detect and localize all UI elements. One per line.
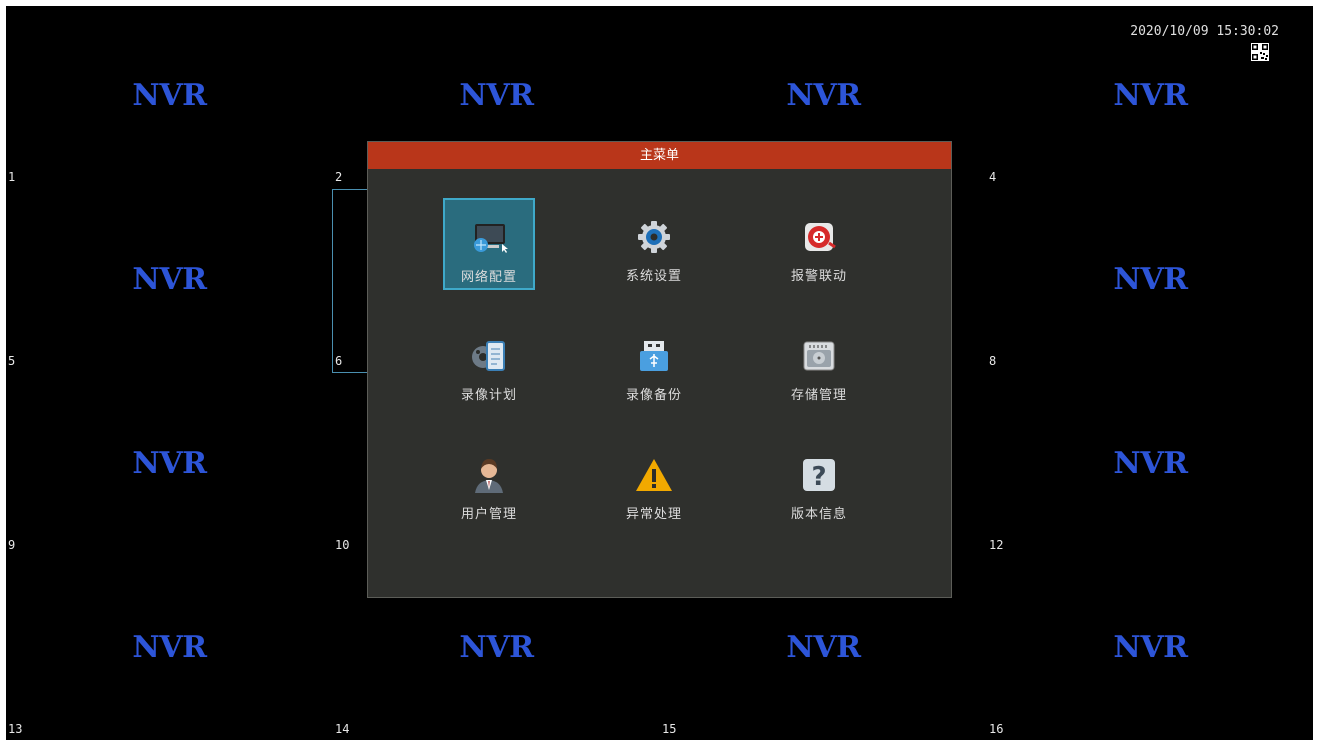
channel-logo: NVR [1113, 262, 1188, 297]
alarm-icon [799, 217, 839, 257]
menu-item-network-monitor[interactable]: 网络配置 [443, 198, 535, 290]
channel-logo: NVR [132, 446, 207, 481]
channel-cell[interactable]: NVR 4 [987, 6, 1313, 190]
menu-item-alarm[interactable]: 报警联动 [773, 198, 865, 290]
channel-logo: NVR [132, 78, 207, 113]
menu-item-film-schedule[interactable]: 录像计划 [443, 317, 535, 409]
channel-logo: NVR [132, 262, 207, 297]
channel-cell[interactable]: NVR 9 [6, 374, 333, 558]
channel-number: 4 [989, 170, 997, 184]
channel-number: 13 [8, 722, 23, 736]
channel-cell[interactable]: NVR 1 [6, 6, 333, 190]
channel-logo: NVR [786, 78, 861, 113]
channel-number: 9 [8, 538, 16, 552]
menu-item-label: 网络配置 [460, 270, 517, 285]
menu-item-usb-backup[interactable]: 录像备份 [608, 317, 700, 409]
menu-item-label: 用户管理 [460, 507, 517, 522]
menu-title: 主菜单 [368, 142, 951, 169]
nvr-screen: 2020/10/09 15:30:02 NVR 1 NVR 2 NVR NVR 4 NVR 5 6… [6, 6, 1313, 740]
menu-item-label: 系统设置 [625, 269, 682, 284]
warning-icon [634, 455, 674, 495]
menu-item-label: 异常处理 [625, 507, 682, 522]
usb-backup-icon [634, 336, 674, 376]
channel-logo: NVR [786, 630, 861, 665]
hard-disk-icon [799, 336, 839, 376]
channel-logo: NVR [459, 78, 534, 113]
menu-item-label: 存储管理 [790, 388, 847, 403]
channel-number: 8 [989, 354, 997, 368]
menu-item-label: 录像计划 [460, 388, 517, 403]
menu-item-user[interactable]: 用户管理 [443, 436, 535, 528]
menu-item-question[interactable]: ? 版本信息 [773, 436, 865, 528]
channel-logo: NVR [132, 630, 207, 665]
channel-logo: NVR [1113, 630, 1188, 665]
menu-item-gear[interactable]: 系统设置 [608, 198, 700, 290]
channel-logo: NVR [459, 630, 534, 665]
menu-item-label: 版本信息 [790, 507, 847, 522]
menu-item-warning[interactable]: 异常处理 [608, 436, 700, 528]
menu-item-label: 报警联动 [790, 269, 847, 284]
menu-item-hard-disk[interactable]: 存储管理 [773, 317, 865, 409]
user-icon [469, 455, 509, 495]
channel-number: 5 [8, 354, 16, 368]
svg-text:?: ? [811, 462, 826, 492]
network-monitor-icon [469, 218, 509, 258]
channel-cell[interactable]: NVR 12 [987, 374, 1313, 558]
channel-number: 14 [335, 722, 350, 736]
channel-cell[interactable]: NVR 16 [987, 558, 1313, 740]
selected-channel-frame [332, 189, 369, 373]
gear-icon [634, 217, 674, 257]
film-schedule-icon [469, 336, 509, 376]
channel-number: 2 [335, 170, 343, 184]
channel-number: 10 [335, 538, 350, 552]
main-menu-dialog: 主菜单 网络配置 系统设置 报警联动 录像计划 录像备份 存储管理 用户管理 异常处理? 版本信… [367, 141, 952, 598]
channel-number: 12 [989, 538, 1004, 552]
menu-item-label: 录像备份 [625, 388, 682, 403]
channel-cell[interactable]: NVR 13 [6, 558, 333, 740]
question-icon: ? [799, 455, 839, 495]
channel-cell[interactable]: NVR 8 [987, 190, 1313, 374]
channel-number: 15 [662, 722, 677, 736]
channel-number: 16 [989, 722, 1004, 736]
channel-cell[interactable]: NVR 5 [6, 190, 333, 374]
channel-number: 1 [8, 170, 16, 184]
channel-logo: NVR [1113, 446, 1188, 481]
channel-logo: NVR [1113, 78, 1188, 113]
